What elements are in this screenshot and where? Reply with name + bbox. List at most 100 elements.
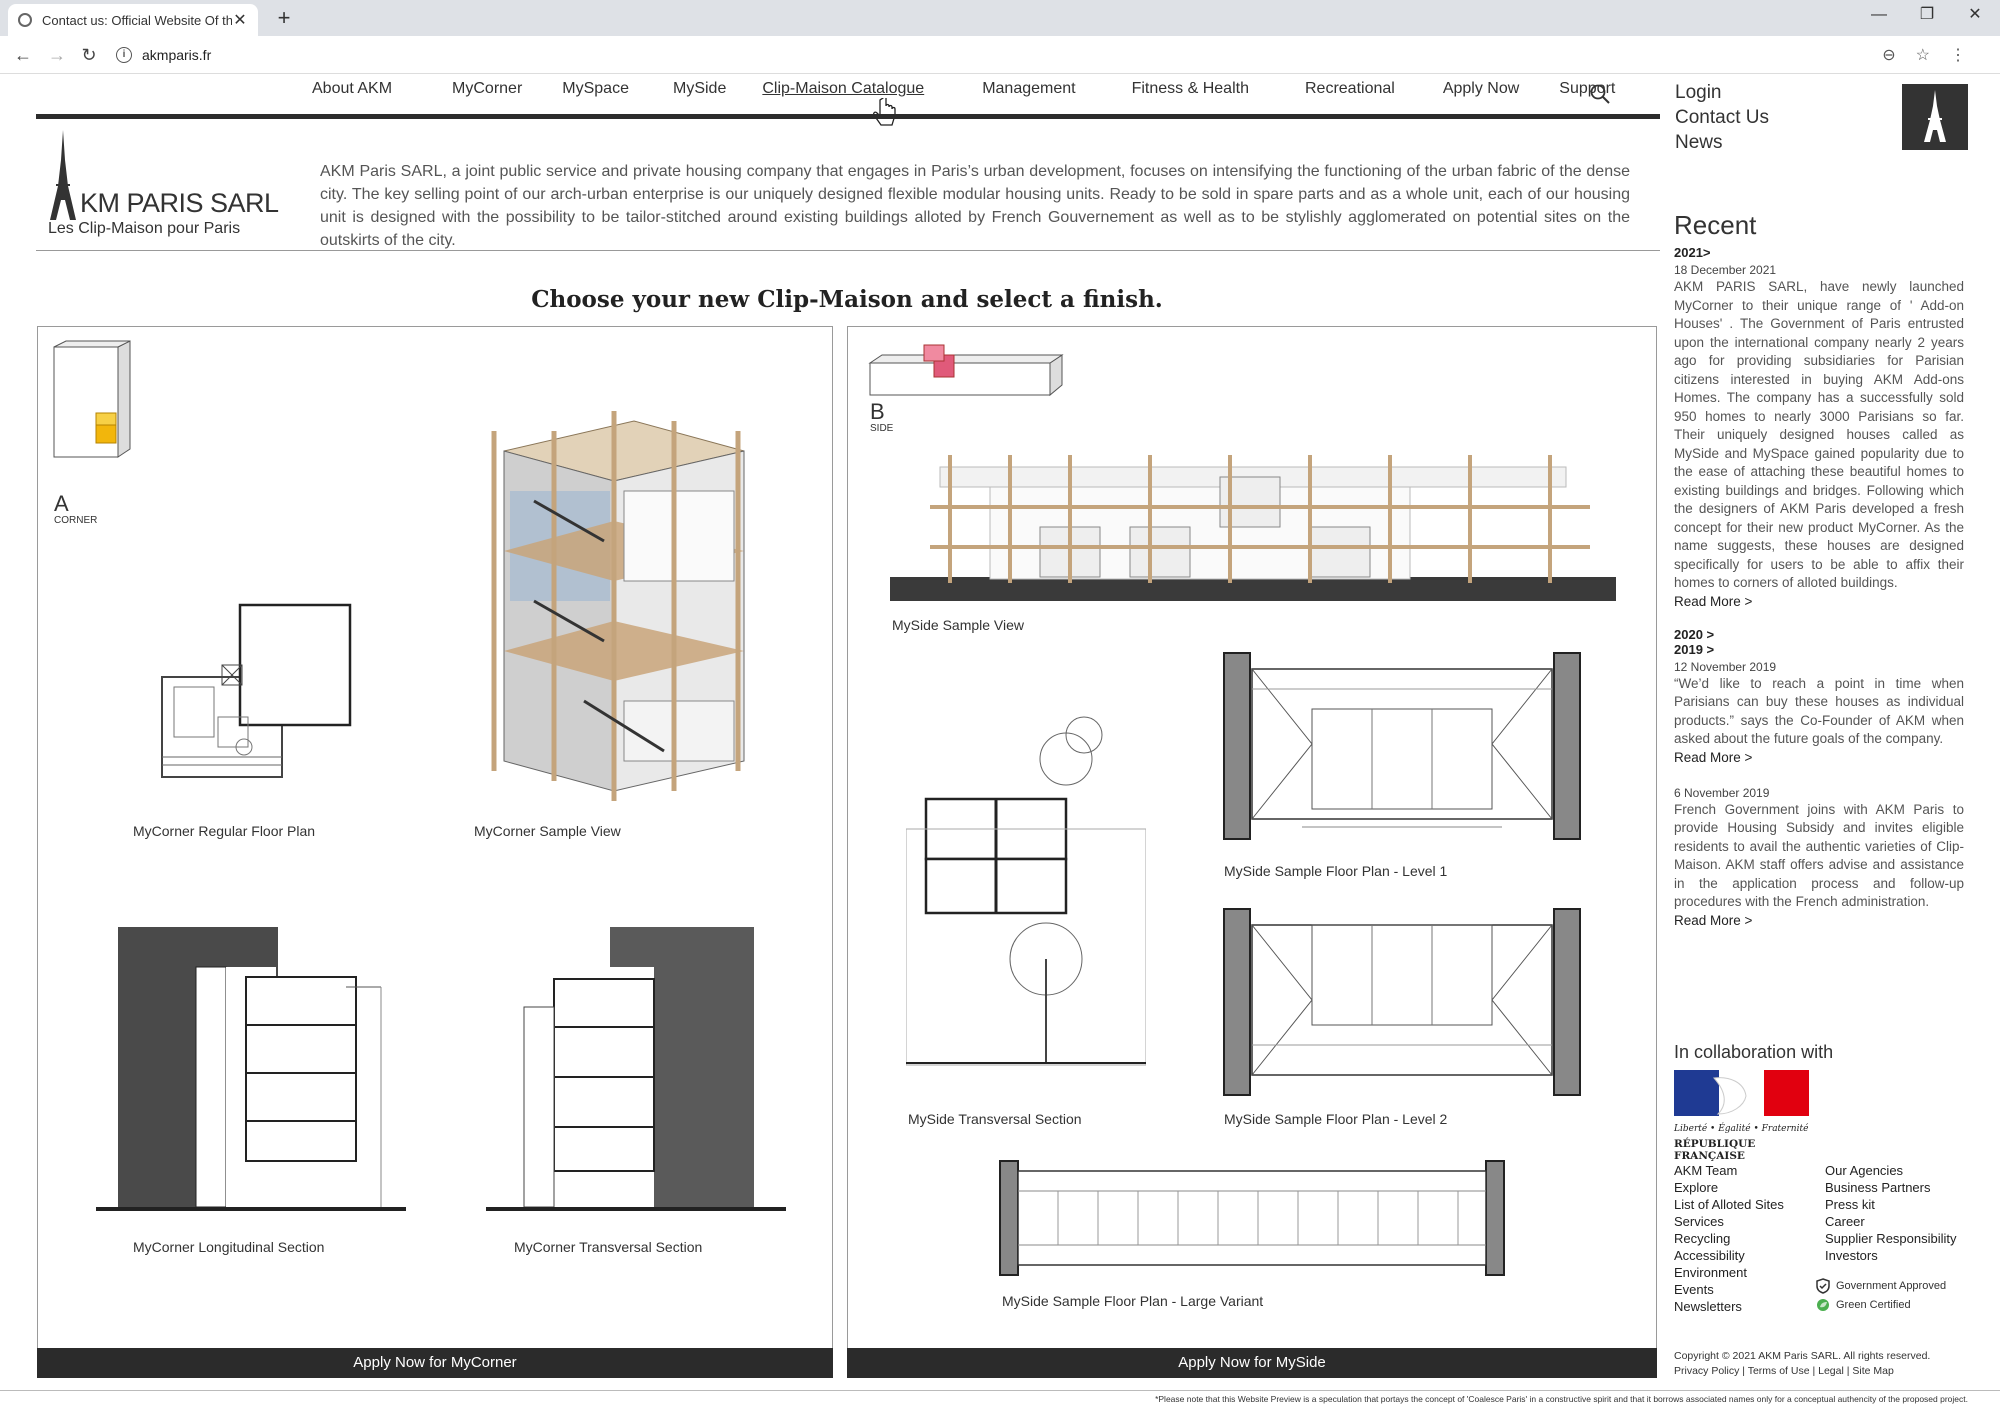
caption-myside-sample-view: MySide Sample View — [892, 617, 1025, 633]
recent-heading: Recent — [1674, 210, 1757, 240]
mycorner-panel: A CORNER MyCorner Regular Floor Plan MyC… — [37, 326, 833, 1378]
footer-link[interactable]: Our Agencies — [1825, 1162, 1957, 1179]
caption-myside-floor-plan-level-2: MySide Sample Floor Plan - Level 2 — [1224, 1111, 1448, 1127]
minimize-button[interactable]: — — [1856, 0, 1902, 30]
zoom-icon[interactable]: ⊖ — [1882, 45, 1895, 65]
nav-clip-maison-catalogue[interactable]: Clip-Maison Catalogue — [762, 80, 924, 110]
nav-fitness-health[interactable]: Fitness & Health — [1132, 80, 1249, 110]
back-button[interactable]: ← — [10, 42, 36, 68]
nav-myside[interactable]: MySide — [673, 80, 726, 110]
side-module-diagram — [868, 344, 1064, 397]
intro-paragraph: AKM Paris SARL, a joint public service a… — [320, 163, 1630, 249]
new-tab-button[interactable]: + — [270, 4, 298, 32]
mycorner-transversal-section — [486, 927, 786, 1211]
footer-divider — [0, 1390, 2000, 1391]
footer-link[interactable]: Business Partners — [1825, 1179, 1957, 1196]
address-bar-row: ← → ↻ i akmparis.fr ⊖ ☆ ⋮ — [0, 36, 2000, 74]
news-body: “We’d like to reach a point in time when… — [1674, 675, 1964, 747]
footer-link[interactable]: Environment — [1674, 1264, 1784, 1281]
nav-divider — [36, 114, 1660, 119]
reload-button[interactable]: ↻ — [76, 42, 102, 68]
browser-tab-bar: Contact us: Official Website Of the ✕ + … — [0, 0, 2000, 36]
account-links: Login Contact Us News — [1675, 80, 1769, 155]
restore-button[interactable]: ❐ — [1904, 0, 1950, 30]
footer-link[interactable]: List of Alloted Sites — [1674, 1196, 1784, 1213]
footer-link[interactable]: Investors — [1825, 1247, 1957, 1264]
news-date: 12 November 2019 — [1674, 659, 1777, 674]
read-more-link[interactable]: Read More > — [1674, 593, 1964, 611]
footer-link[interactable]: AKM Team — [1674, 1162, 1784, 1179]
footer-link[interactable]: Explore — [1674, 1179, 1784, 1196]
year-2019-link[interactable]: 2019 > — [1674, 642, 1964, 657]
close-tab-icon[interactable]: ✕ — [232, 10, 248, 30]
caption-mycorner-sample-view: MyCorner Sample View — [474, 823, 621, 839]
footer-links-col-1: AKM Team Explore List of Alloted Sites S… — [1674, 1162, 1784, 1315]
address-bar[interactable]: i akmparis.fr ⊖ ☆ ⋮ — [116, 40, 1976, 70]
caption-mycorner-transversal-section: MyCorner Transversal Section — [514, 1239, 703, 1255]
corner-module-diagram — [53, 340, 131, 458]
apply-myside-button[interactable]: Apply Now for MySide — [847, 1348, 1657, 1378]
nav-apply-now[interactable]: Apply Now — [1443, 80, 1519, 110]
legal-links[interactable]: Privacy Policy | Terms of Use | Legal | … — [1674, 1364, 1930, 1379]
eiffel-badge-logo[interactable] — [1902, 84, 1968, 150]
menu-icon[interactable]: ⋮ — [1950, 45, 1966, 65]
news-link[interactable]: News — [1675, 130, 1769, 155]
eiffel-tower-icon — [1924, 90, 1946, 142]
caption-mycorner-longitudinal-section: MyCorner Longitudinal Section — [133, 1239, 325, 1255]
mycorner-floor-plan-drawing — [161, 603, 352, 778]
nav-about-akm[interactable]: About AKM — [312, 80, 392, 110]
brand-name: KM PARIS SARL — [80, 188, 279, 218]
read-more-link[interactable]: Read More > — [1674, 749, 1964, 767]
news-sidebar: Recent 2021> 18 December 2021 AKM PARIS … — [1674, 210, 1964, 930]
forward-button[interactable]: → — [44, 42, 70, 68]
footer-links-col-2: Our Agencies Business Partners Press kit… — [1825, 1162, 1957, 1264]
footer-link[interactable]: Press kit — [1825, 1196, 1957, 1213]
site: About AKM MyCorner MySpace MySide Clip-M… — [0, 74, 2000, 1412]
myside-panel: B SIDE MySide Sample View MySide Sample … — [847, 326, 1657, 1378]
bookmark-star-icon[interactable]: ☆ — [1916, 45, 1930, 65]
caption-mycorner-floor-plan: MyCorner Regular Floor Plan — [133, 823, 316, 839]
myside-floor-plan-level-1 — [1223, 652, 1581, 840]
browser-tab[interactable]: Contact us: Official Website Of the ✕ — [8, 4, 258, 36]
nav-myspace[interactable]: MySpace — [562, 80, 629, 110]
rf-name: RÉPUBLIQUE FRANÇAISE — [1674, 1138, 1756, 1162]
footer-link[interactable]: Career — [1825, 1213, 1957, 1230]
nav-mycorner[interactable]: MyCorner — [452, 80, 522, 110]
page-heading: Choose your new Clip-Maison and select a… — [531, 286, 1163, 313]
brand-logo[interactable]: KM PARIS SARL Les Clip-Maison pour Paris — [46, 130, 279, 240]
news-date: 6 November 2019 — [1674, 785, 1770, 800]
nav-recreational[interactable]: Recreational — [1305, 80, 1395, 110]
disclaimer-text: *Please note that this Website Preview i… — [1155, 1394, 1968, 1404]
republique-francaise-logo[interactable]: Liberté • Égalité • Fraternité RÉPUBLIQU… — [1674, 1070, 1809, 1162]
info-icon[interactable]: i — [116, 47, 132, 63]
contact-us-link[interactable]: Contact Us — [1675, 105, 1769, 130]
year-2020-link[interactable]: 2020 > — [1674, 627, 1964, 642]
read-more-link[interactable]: Read More > — [1674, 912, 1964, 930]
apply-mycorner-button[interactable]: Apply Now for MyCorner — [37, 1348, 833, 1378]
footer-link[interactable]: Recycling — [1674, 1230, 1784, 1247]
footer-link[interactable]: Accessibility — [1674, 1247, 1784, 1264]
eiffel-tower-logo-icon — [50, 130, 76, 220]
login-link[interactable]: Login — [1675, 80, 1769, 105]
caption-myside-floor-plan-level-1: MySide Sample Floor Plan - Level 1 — [1224, 863, 1448, 879]
footer-link[interactable]: Newsletters — [1674, 1298, 1784, 1315]
caption-myside-floor-plan-large-variant: MySide Sample Floor Plan - Large Variant — [1002, 1293, 1264, 1309]
search-icon[interactable] — [1590, 84, 1610, 104]
year-2021-link[interactable]: 2021> — [1674, 245, 1964, 260]
news-body: French Government joins with AKM Paris t… — [1674, 801, 1964, 910]
nav-management[interactable]: Management — [982, 80, 1075, 110]
footer-link[interactable]: Supplier Responsibility — [1825, 1230, 1957, 1247]
mycorner-sample-view-render — [491, 411, 745, 801]
government-approved-badge: Government Approved — [1816, 1278, 1946, 1294]
footer-link[interactable]: Events — [1674, 1281, 1784, 1298]
green-certified-badge: Green Certified — [1816, 1298, 1911, 1312]
copyright-text: Copyright © 2021 AKM Paris SARL. All rig… — [1674, 1350, 1931, 1362]
copyright: Copyright © 2021 AKM Paris SARL. All rig… — [1674, 1349, 1930, 1379]
globe-icon — [18, 13, 32, 27]
footer-link[interactable]: Services — [1674, 1213, 1784, 1230]
marianne-flag-icon — [1674, 1070, 1809, 1116]
module-letter-a: A — [54, 491, 69, 516]
myside-floor-plan-level-2 — [1223, 908, 1581, 1096]
close-window-button[interactable]: ✕ — [1952, 0, 1998, 30]
badge-label: Government Approved — [1836, 1280, 1947, 1292]
